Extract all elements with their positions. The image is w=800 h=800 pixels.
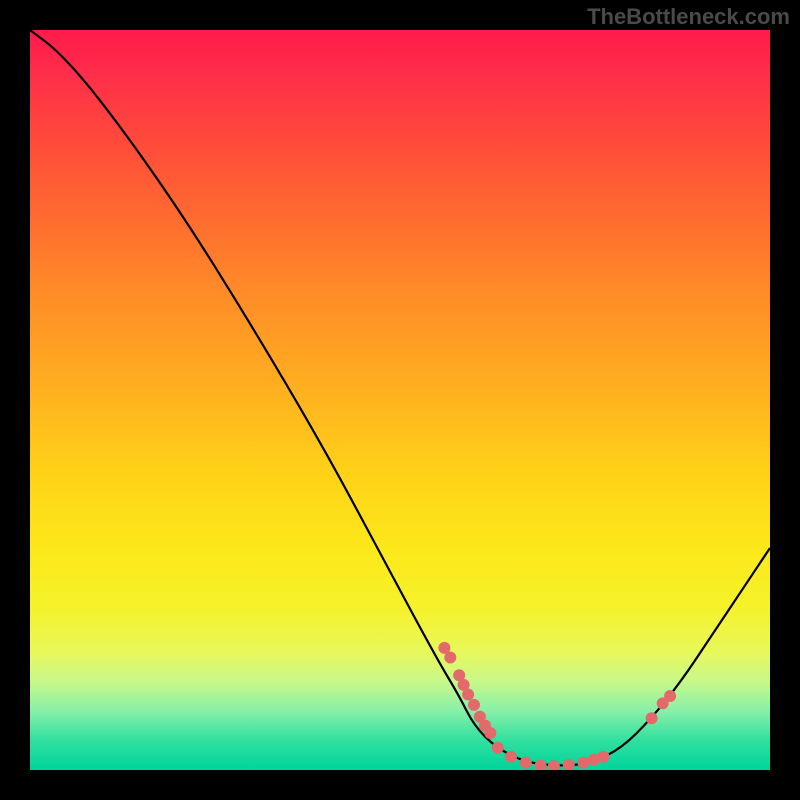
- data-markers: [438, 642, 676, 770]
- data-marker: [462, 689, 474, 701]
- curve-svg: [30, 30, 770, 770]
- data-marker: [484, 727, 496, 739]
- watermark-text: TheBottleneck.com: [587, 4, 790, 30]
- plot-area: [30, 30, 770, 770]
- data-marker: [598, 751, 610, 763]
- data-marker: [468, 699, 480, 711]
- data-marker: [578, 757, 590, 769]
- data-marker: [664, 690, 676, 702]
- data-marker: [563, 759, 575, 770]
- bottleneck-curve: [30, 30, 770, 765]
- data-marker: [646, 712, 658, 724]
- data-marker: [535, 760, 547, 770]
- data-marker: [505, 751, 517, 763]
- data-marker: [520, 757, 532, 769]
- data-marker: [548, 760, 560, 770]
- data-marker: [444, 652, 456, 664]
- data-marker: [492, 742, 504, 754]
